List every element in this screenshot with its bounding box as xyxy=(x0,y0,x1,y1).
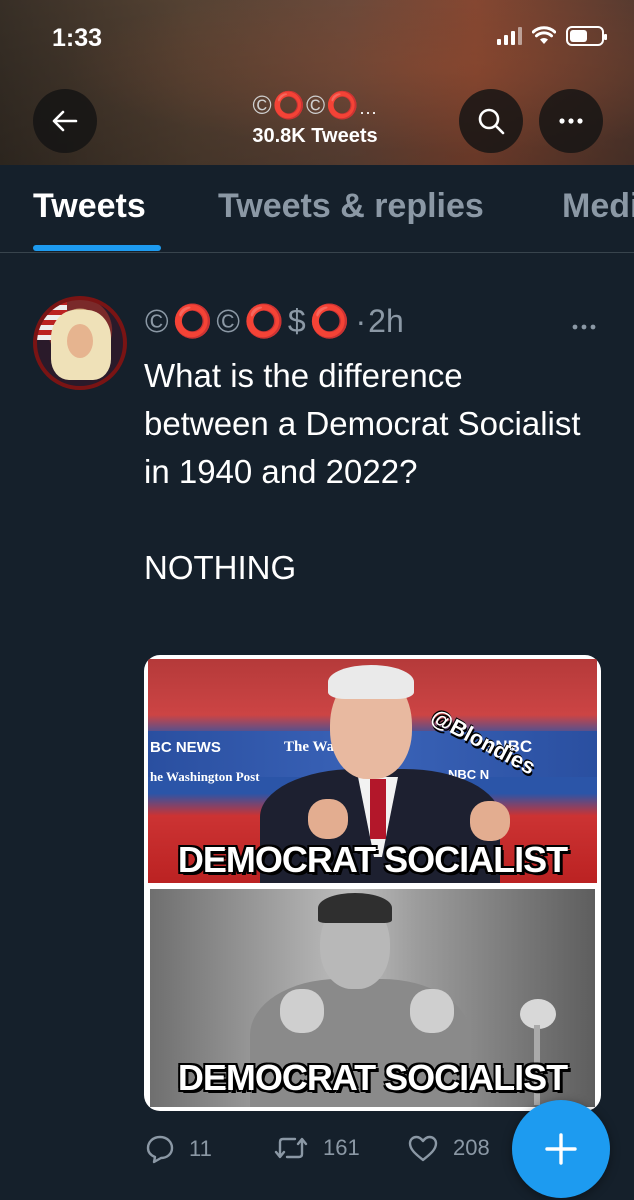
active-tab-indicator xyxy=(33,245,161,251)
reply-button[interactable]: 11 xyxy=(145,1134,212,1164)
tweet-media-image[interactable]: BC NEWS The Was he Washington Post SNBC … xyxy=(144,655,601,1111)
copyright-emoji: © xyxy=(252,90,273,120)
battery-level xyxy=(570,30,587,42)
red-circle-emoji: ⭕ xyxy=(244,303,284,339)
battery-icon xyxy=(566,26,607,46)
reply-icon xyxy=(146,1135,174,1164)
meme-top-panel: BC NEWS The Was he Washington Post SNBC … xyxy=(148,659,597,883)
tweet-more-button[interactable] xyxy=(572,310,596,336)
orator-hair xyxy=(318,893,392,923)
separator-dot: · xyxy=(355,302,367,339)
speaker-hair xyxy=(328,665,414,699)
tweet-timestamp[interactable]: 2h xyxy=(368,303,404,340)
avatar-face xyxy=(67,324,93,358)
reply-count: 11 xyxy=(189,1136,212,1161)
retweet-button[interactable]: 161 xyxy=(273,1134,360,1162)
dollar-emoji: $ xyxy=(287,302,306,339)
cellular-signal-icon xyxy=(497,27,522,45)
compose-plus-icon xyxy=(545,1133,577,1165)
banner-text: BC NEWS xyxy=(150,739,221,756)
tweet-author-row[interactable]: © ⭕ © ⭕ $ ⭕ · 2h xyxy=(145,302,404,340)
right-fist xyxy=(470,801,510,841)
tweet[interactable]: © ⭕ © ⭕ $ ⭕ · 2h What is the difference … xyxy=(0,282,634,1200)
red-circle-emoji: ⭕ xyxy=(309,303,350,339)
red-circle-emoji: ⭕ xyxy=(272,90,306,120)
tab-tweets-and-replies[interactable]: Tweets & replies xyxy=(218,187,484,226)
name-ellipsis: ... xyxy=(359,98,378,118)
search-icon xyxy=(478,108,505,135)
wifi-icon xyxy=(532,26,556,44)
back-button[interactable] xyxy=(33,89,97,153)
orator-left-fist xyxy=(280,989,324,1033)
more-dots-icon xyxy=(559,118,583,124)
profile-header: 1:33 ©⭕©⭕... 30.8K Tweets xyxy=(0,0,634,165)
copyright-emoji: © xyxy=(305,90,327,120)
meme-bottom-panel: DEMOCRAT SOCIALIST xyxy=(150,889,595,1107)
compose-tweet-button[interactable] xyxy=(512,1100,610,1198)
banner-text: he Washington Post xyxy=(150,769,260,784)
left-fist xyxy=(308,799,348,839)
retweet-icon xyxy=(274,1137,308,1159)
retweet-count: 161 xyxy=(323,1135,360,1160)
like-count: 208 xyxy=(453,1135,490,1160)
like-button[interactable]: 208 xyxy=(407,1134,490,1162)
profile-tabs: Tweets Tweets & replies Media xyxy=(0,165,634,253)
arrow-left-icon xyxy=(52,110,78,132)
copyright-emoji: © xyxy=(216,302,240,339)
status-icons xyxy=(497,26,607,46)
tweet-text: What is the difference between a Democra… xyxy=(144,357,581,586)
status-time: 1:33 xyxy=(52,24,103,52)
red-circle-emoji: ⭕ xyxy=(326,90,360,120)
more-dots-icon xyxy=(572,324,596,330)
tab-tweets[interactable]: Tweets xyxy=(33,187,146,226)
copyright-emoji: © xyxy=(145,302,169,339)
heart-icon xyxy=(408,1135,438,1162)
header-title: ©⭕©⭕... 30.8K Tweets xyxy=(200,90,430,148)
tab-media[interactable]: Media xyxy=(562,187,634,226)
red-circle-emoji: ⭕ xyxy=(172,303,213,339)
meme-top-caption: DEMOCRAT SOCIALIST xyxy=(177,839,568,880)
avatar[interactable] xyxy=(33,296,127,390)
necktie xyxy=(370,779,386,839)
tweet-count: 30.8K Tweets xyxy=(252,125,378,147)
orator-right-fist xyxy=(410,989,454,1033)
more-options-button[interactable] xyxy=(539,89,603,153)
meme-bottom-caption: DEMOCRAT SOCIALIST xyxy=(177,1057,568,1098)
header-display-name: ©⭕©⭕... xyxy=(200,90,430,123)
search-button[interactable] xyxy=(459,89,523,153)
